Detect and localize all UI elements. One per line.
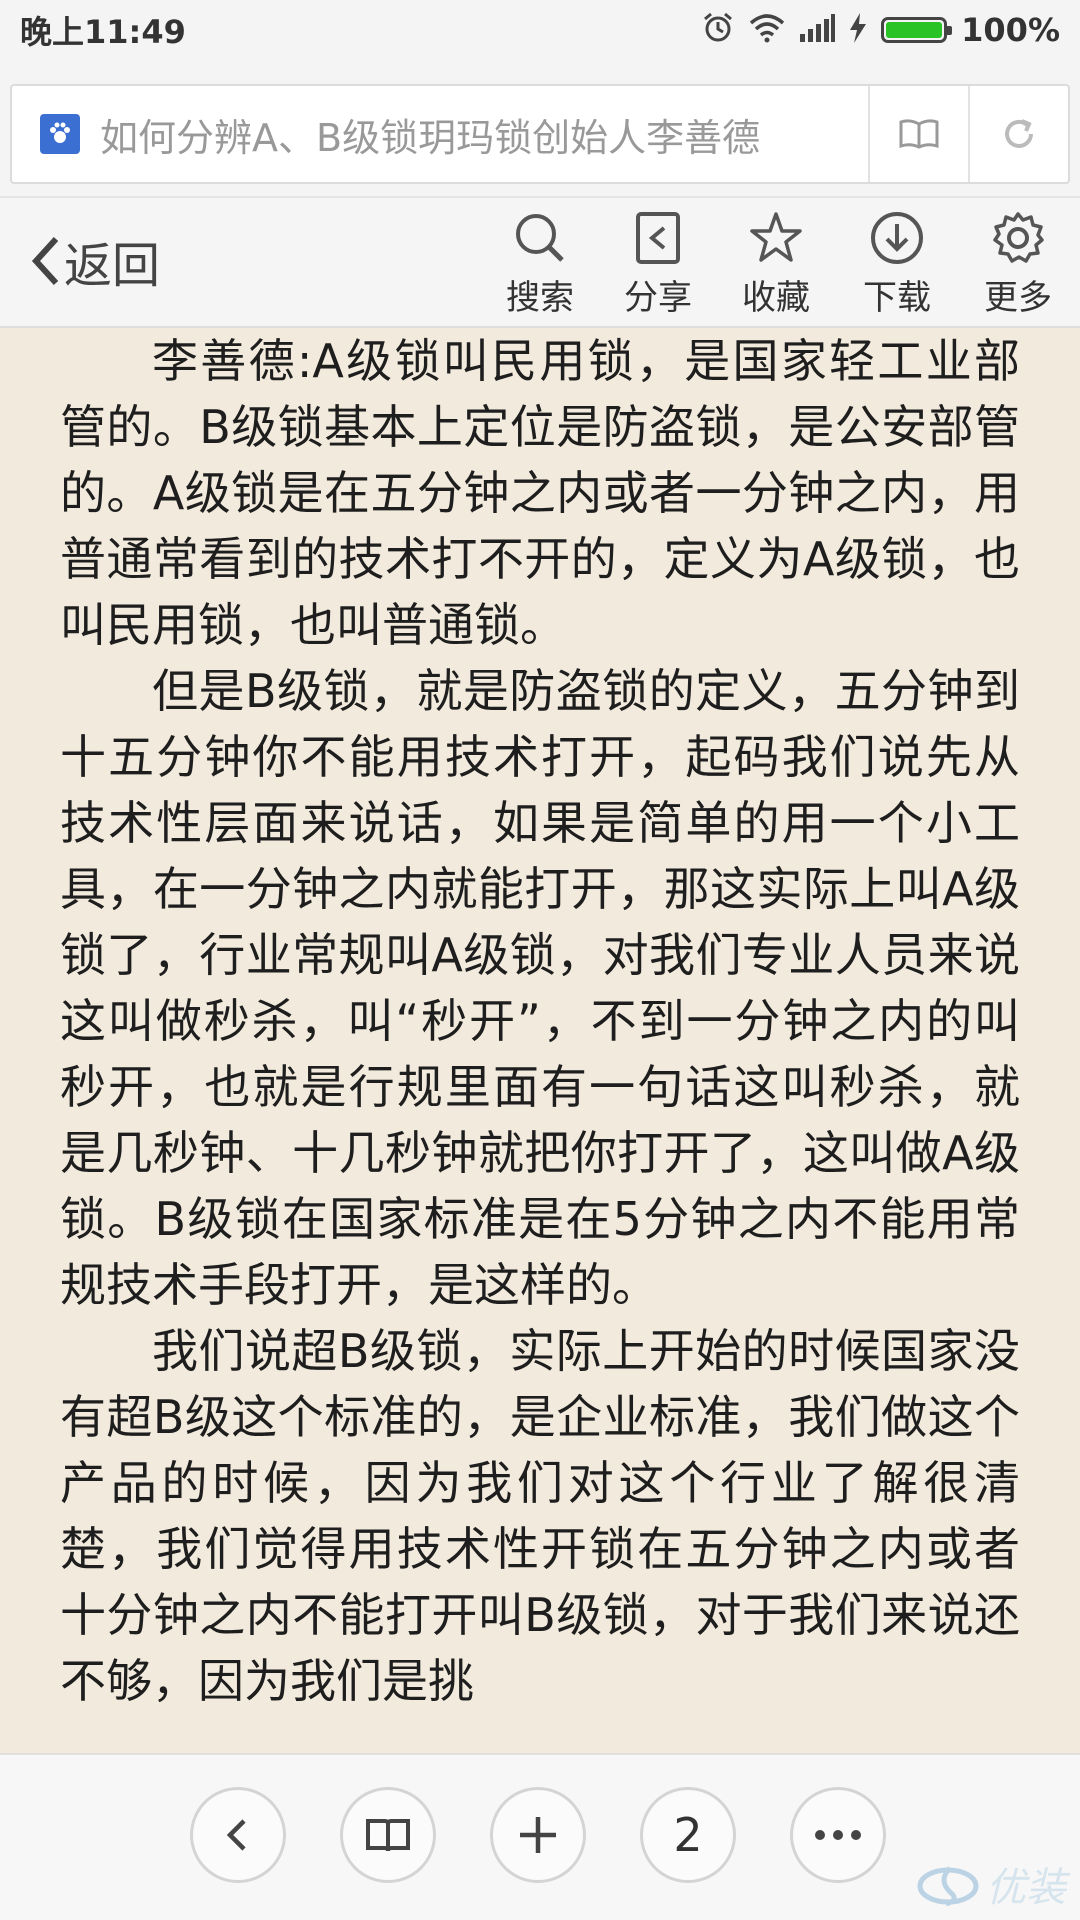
more-button[interactable]: 更多 xyxy=(968,210,1068,319)
address-bar: 如何分辨A、B级锁玥玛锁创始人李善德 xyxy=(0,60,1080,196)
article-body: 李善德:A级锁叫民用锁，是国家轻工业部管的。B级锁基本上定位是防盗锁，是公安部管… xyxy=(60,328,1020,1753)
toolbar: 返回 搜索 分享 收藏 下载 更多 xyxy=(0,196,1080,328)
download-icon xyxy=(871,212,923,264)
favorite-label: 收藏 xyxy=(742,278,810,318)
nav-menu-button[interactable] xyxy=(790,1787,886,1883)
back-label: 返回 xyxy=(64,238,161,294)
search-icon xyxy=(516,214,564,262)
gear-icon xyxy=(993,212,1044,263)
more-label: 更多 xyxy=(984,278,1052,318)
watermark-logo-icon xyxy=(917,1866,979,1907)
watermark: 优装 xyxy=(916,1855,1066,1913)
share-button[interactable]: 分享 xyxy=(608,210,708,319)
search-button[interactable]: 搜索 xyxy=(490,210,590,319)
tab-count: 2 xyxy=(673,1808,703,1862)
nav-back-button[interactable] xyxy=(190,1787,286,1883)
reader-mode-button[interactable] xyxy=(868,86,968,182)
article-paragraph: 李善德:A级锁叫民用锁，是国家轻工业部管的。B级锁基本上定位是防盗锁，是公安部管… xyxy=(60,334,1020,652)
nav-new-tab-button[interactable] xyxy=(490,1787,586,1883)
back-button[interactable]: 返回 xyxy=(30,226,160,296)
battery-percent: 100% xyxy=(961,11,1060,49)
charging-icon xyxy=(849,13,867,47)
refresh-button[interactable] xyxy=(968,86,1068,182)
book-icon xyxy=(366,1819,410,1852)
site-favicon-icon xyxy=(40,114,80,154)
nav-tabs-button[interactable]: 2 xyxy=(640,1787,736,1883)
plus-icon xyxy=(520,1817,556,1853)
download-button[interactable]: 下载 xyxy=(847,210,947,319)
battery-icon xyxy=(881,17,953,43)
favorite-button[interactable]: 收藏 xyxy=(726,210,826,319)
nav-bookmarks-button[interactable] xyxy=(340,1787,436,1883)
download-label: 下载 xyxy=(863,278,931,318)
book-icon xyxy=(899,119,939,149)
more-icon xyxy=(815,1830,861,1840)
alarm-icon xyxy=(701,11,735,49)
share-icon xyxy=(636,212,680,264)
chevron-left-icon xyxy=(31,236,59,286)
back-icon xyxy=(226,1819,246,1851)
refresh-icon xyxy=(1005,119,1033,148)
wifi-icon xyxy=(749,13,785,47)
signal-icon xyxy=(799,14,836,46)
status-bar: 晚上11:49 100% xyxy=(0,0,1080,60)
status-time: 晚上11:49 xyxy=(20,13,186,51)
page-title[interactable]: 如何分辨A、B级锁玥玛锁创始人李善德 xyxy=(100,107,868,162)
watermark-text: 优装 xyxy=(986,1865,1066,1911)
article-paragraph: 但是B级锁，就是防盗锁的定义，五分钟到十五分钟你不能用技术打开，起码我们说先从技… xyxy=(60,664,1020,1312)
article-paragraph: 我们说超B级锁，实际上开始的时候国家没有超B级这个标准的，是企业标准，我们做这个… xyxy=(60,1324,1020,1708)
search-label: 搜索 xyxy=(506,278,574,318)
battery-level-fill xyxy=(886,22,943,38)
share-label: 分享 xyxy=(624,278,692,318)
star-icon xyxy=(750,212,802,262)
url-box[interactable]: 如何分辨A、B级锁玥玛锁创始人李善德 xyxy=(10,84,1070,184)
status-icons: 100% xyxy=(701,11,1060,49)
